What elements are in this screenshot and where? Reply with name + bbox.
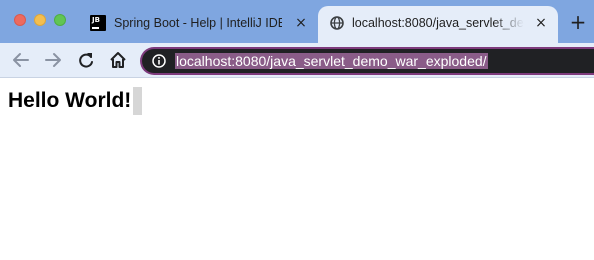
jetbrains-icon: JB [90,15,106,31]
globe-icon [330,16,344,30]
forward-arrow-icon [45,53,61,67]
info-icon[interactable] [152,54,166,68]
page-heading: Hello World! [8,89,132,112]
new-tab-button[interactable]: + [568,12,588,33]
text-cursor-highlight [133,87,142,115]
address-bar[interactable]: localhost:8080/java_servlet_demo_war_exp… [140,47,594,75]
back-arrow-icon [13,53,29,67]
tab-strip: JB Spring Boot - Help | IntelliJ IDEA × … [0,0,594,43]
tab-title: Spring Boot - Help | IntelliJ IDEA [114,16,282,30]
reload-button[interactable] [75,50,97,70]
window-minimize-button[interactable] [34,14,46,26]
tab-localhost[interactable]: localhost:8080/java_servlet_demo_war_exp… [318,6,558,43]
tab-title: localhost:8080/java_servlet_demo_war_exp… [352,16,524,30]
window-maximize-button[interactable] [54,14,66,26]
close-tab-icon[interactable]: × [294,16,308,30]
window-close-button[interactable] [14,14,26,26]
home-button[interactable] [107,50,129,70]
url-text[interactable]: localhost:8080/java_servlet_demo_war_exp… [175,53,488,70]
home-icon [110,52,126,68]
close-tab-icon[interactable]: × [534,16,548,30]
forward-button[interactable] [42,50,64,70]
reload-icon [79,53,93,68]
back-button[interactable] [10,50,32,70]
tab-intellij-help[interactable]: JB Spring Boot - Help | IntelliJ IDEA × [80,6,316,43]
url-selection: localhost:8080/java_servlet_demo_war_exp… [175,53,488,69]
